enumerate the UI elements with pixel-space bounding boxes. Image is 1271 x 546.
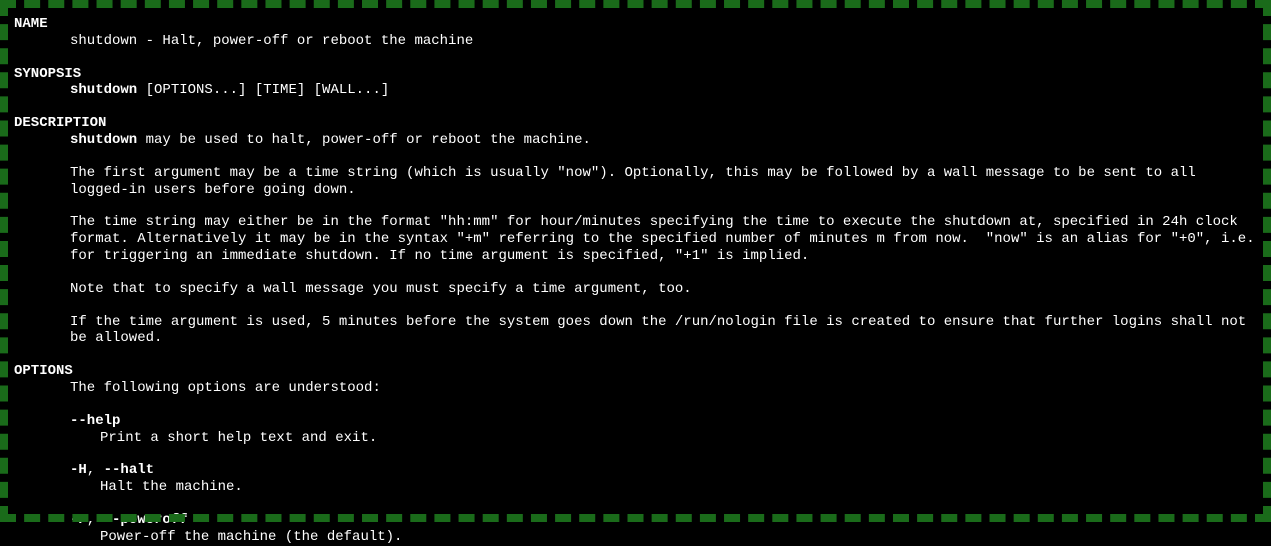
option-halt-desc: Halt the machine. [14,479,1257,496]
section-header-name: NAME [14,16,1257,33]
section-header-synopsis: SYNOPSIS [14,66,1257,83]
description-intro-text: may be used to halt, power-off or reboot… [137,132,591,148]
option-help-desc: Print a short help text and exit. [14,430,1257,447]
option-poweroff-short: -P [70,512,87,528]
manpage-content: NAME shutdown - Halt, power-off or reboo… [14,8,1257,546]
option-halt-long: --halt [104,462,154,478]
synopsis-line: shutdown [OPTIONS...] [TIME] [WALL...] [14,82,1257,99]
name-line: shutdown - Halt, power-off or reboot the… [14,33,1257,50]
option-help-flag: --help [14,413,1257,430]
description-intro: shutdown may be used to halt, power-off … [14,132,1257,149]
option-sep: , [87,462,104,478]
synopsis-args: [OPTIONS...] [TIME] [WALL...] [137,82,389,98]
option-poweroff-desc: Power-off the machine (the default). [14,529,1257,546]
section-header-description: DESCRIPTION [14,115,1257,132]
option-poweroff-long: --poweroff [104,512,188,528]
option-halt-short: -H [70,462,87,478]
option-poweroff-flags: -P, --poweroff [14,512,1257,529]
option-halt-flags: -H, --halt [14,462,1257,479]
description-para3: Note that to specify a wall message you … [14,281,1257,298]
description-para2: The time string may either be in the for… [14,214,1257,264]
synopsis-cmd: shutdown [70,82,137,98]
section-header-options: OPTIONS [14,363,1257,380]
description-para1: The first argument may be a time string … [14,165,1257,199]
description-para4: If the time argument is used, 5 minutes … [14,314,1257,348]
description-cmd: shutdown [70,132,137,148]
options-intro: The following options are understood: [14,380,1257,397]
option-sep: , [87,512,104,528]
